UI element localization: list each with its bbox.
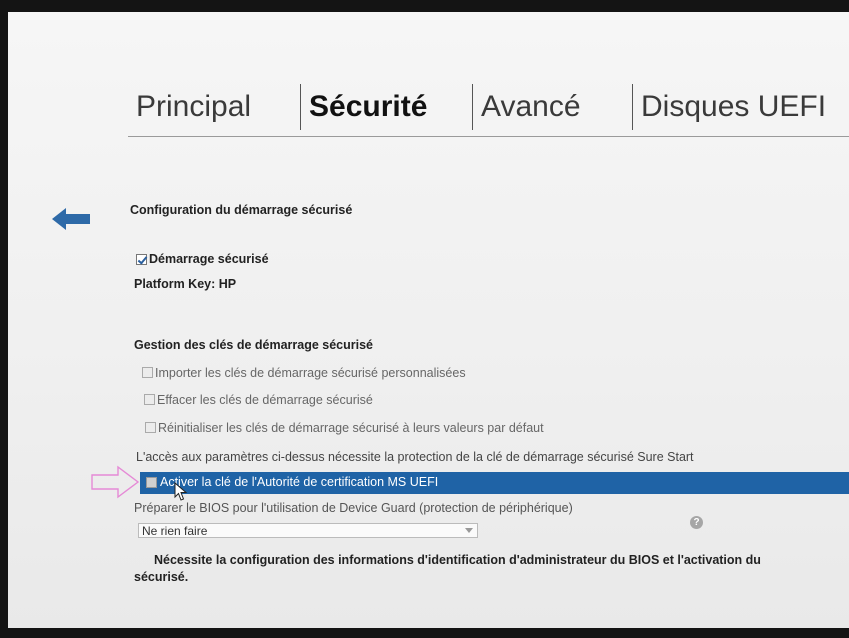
device-guard-select[interactable]: Ne rien faire	[138, 523, 478, 538]
secure-boot-config-heading: Configuration du démarrage sécurisé	[130, 203, 353, 217]
mouse-cursor-icon	[174, 482, 188, 501]
import-keys-checkbox[interactable]	[142, 367, 153, 378]
device-guard-selected-value: Ne rien faire	[142, 524, 208, 538]
help-icon[interactable]: ?	[690, 516, 703, 529]
ms-uefi-ca-label: Activer la clé de l'Autorité de certific…	[160, 475, 439, 489]
pink-outline-arrow	[91, 465, 140, 499]
admin-requirement-note-line2: sécurisé.	[134, 570, 189, 584]
reset-keys-label: Réinitialiser les clés de démarrage sécu…	[158, 421, 544, 435]
bios-screen: Principal Sécurité Avancé Disques UEFI C…	[8, 12, 849, 628]
tab-bar: Principal Sécurité Avancé Disques UEFI	[128, 84, 849, 137]
clear-keys-label: Effacer les clés de démarrage sécurisé	[157, 393, 373, 407]
admin-requirement-note-line1: Nécessite la configuration des informati…	[154, 553, 761, 567]
tab-avance[interactable]: Avancé	[472, 84, 581, 130]
secure-boot-label: Démarrage sécurisé	[149, 252, 269, 266]
secure-boot-checkbox[interactable]	[136, 254, 147, 265]
key-management-heading: Gestion des clés de démarrage sécurisé	[134, 338, 374, 352]
reset-keys-checkbox[interactable]	[145, 422, 156, 433]
tab-principal[interactable]: Principal	[128, 84, 251, 130]
chevron-down-icon	[465, 528, 473, 533]
platform-key-text: Platform Key: HP	[134, 277, 237, 291]
device-guard-label: Préparer le BIOS pour l'utilisation de D…	[134, 501, 573, 515]
import-keys-label: Importer les clés de démarrage sécurisé …	[155, 366, 466, 380]
back-arrow-icon[interactable]	[52, 208, 90, 230]
tab-securite[interactable]: Sécurité	[300, 84, 427, 130]
ms-uefi-ca-row[interactable]: Activer la clé de l'Autorité de certific…	[140, 472, 849, 494]
sure-start-note: L'accès aux paramètres ci-dessus nécessi…	[136, 450, 694, 464]
tab-disques-uefi[interactable]: Disques UEFI	[632, 84, 826, 130]
clear-keys-checkbox[interactable]	[144, 394, 155, 405]
ms-uefi-ca-checkbox[interactable]	[146, 477, 157, 488]
